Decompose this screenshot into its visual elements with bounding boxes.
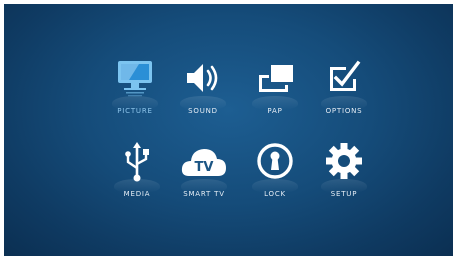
tv-menu-screen: PICTURE SOUND PAP OPTIONS MEDIA TV SMART… [4,4,453,256]
menu-item-media[interactable]: MEDIA [102,142,172,222]
menu-item-label: MEDIA [123,190,151,198]
menu-item-label: PICTURE [117,107,153,115]
menu-item-label: PAP [267,107,283,115]
keyhole-icon [255,142,295,186]
menu-item-sound[interactable]: SOUND [168,59,238,139]
checkbox-icon [324,59,364,103]
cloud-tv-icon: TV [180,142,228,186]
menu-item-pap[interactable]: PAP [240,59,310,139]
speaker-icon [183,59,223,103]
monitor-icon [115,59,155,103]
menu-item-picture[interactable]: PICTURE [100,59,170,139]
pap-icon [255,59,295,103]
cloud-tv-icon-text: TV [195,160,214,175]
menu-item-lock[interactable]: LOCK [240,142,310,222]
menu-item-smart-tv[interactable]: TV SMART TV [169,142,239,222]
menu-item-label: OPTIONS [325,107,363,115]
gear-icon [324,142,364,186]
menu-item-options[interactable]: OPTIONS [309,59,379,139]
menu-item-setup[interactable]: SETUP [309,142,379,222]
menu-item-label: SMART TV [183,190,225,198]
menu-item-label: SETUP [330,190,358,198]
menu-item-label: SOUND [188,107,218,115]
usb-icon [117,142,157,186]
menu-item-label: LOCK [264,190,286,198]
